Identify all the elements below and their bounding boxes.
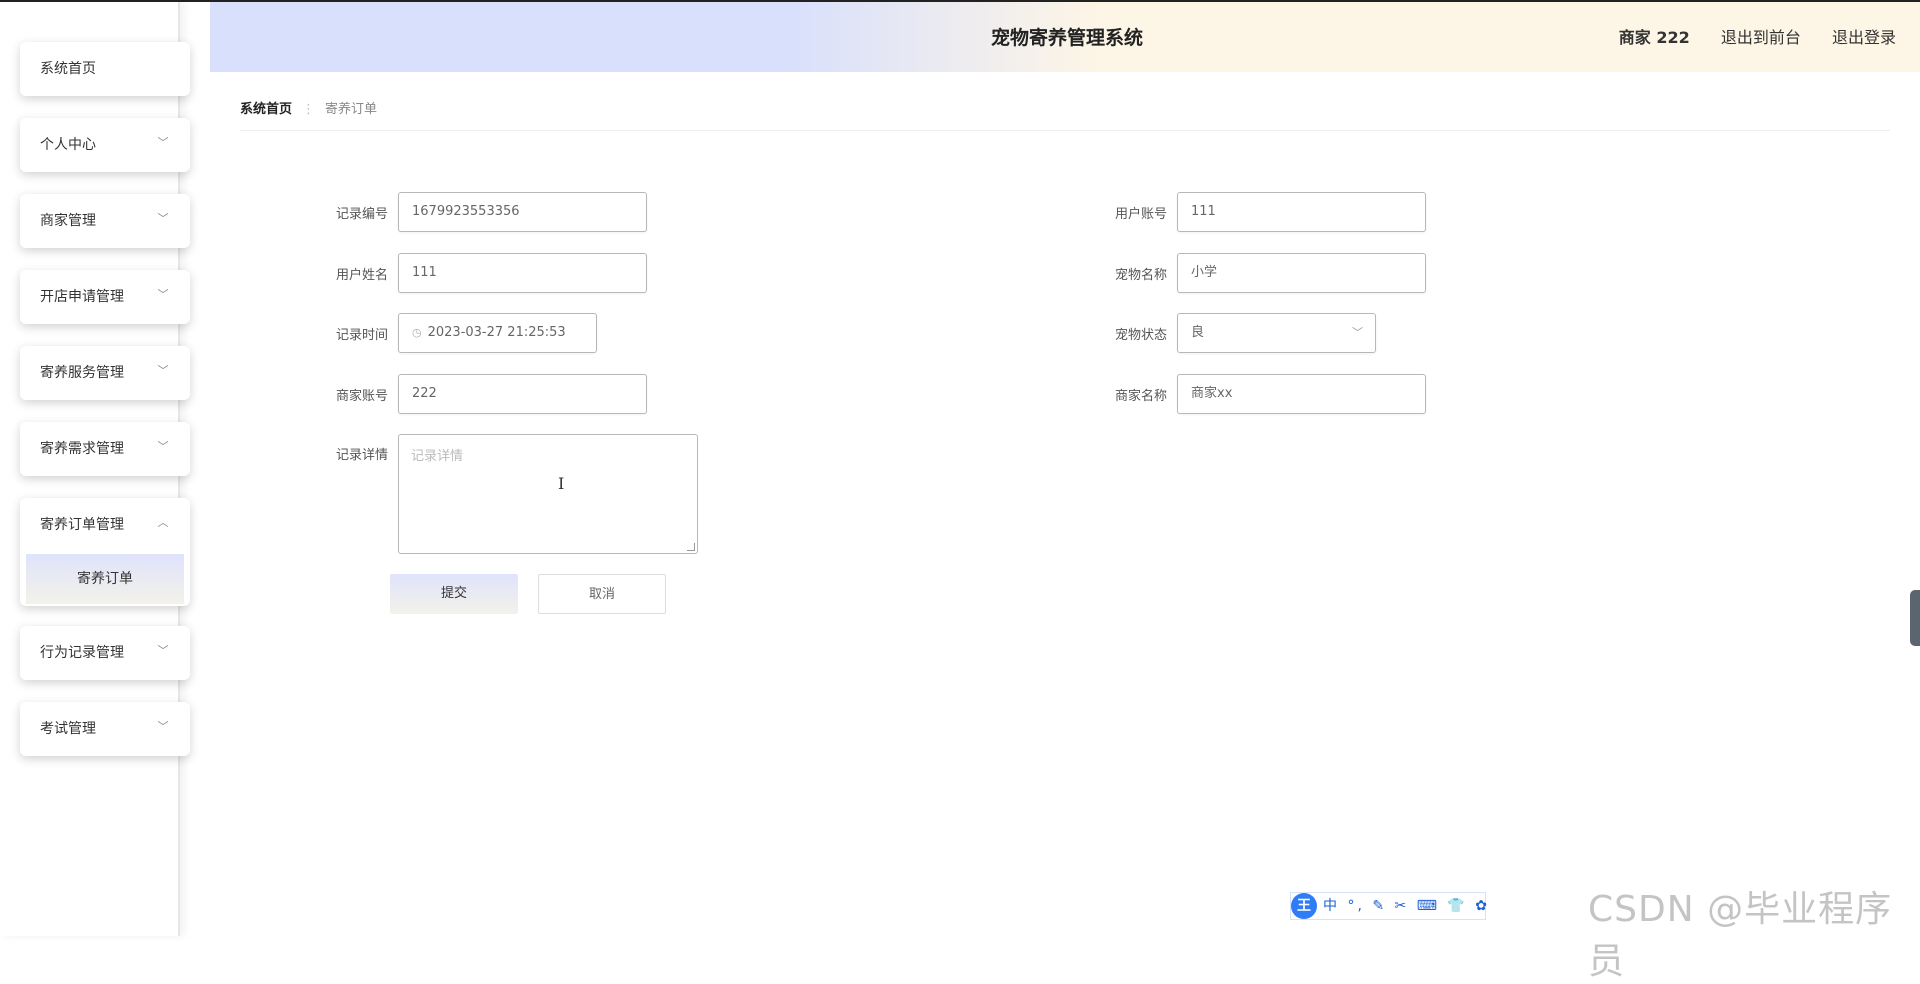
breadcrumb-home[interactable]: 系统首页 xyxy=(240,102,292,117)
logout-link[interactable]: 退出登录 xyxy=(1832,28,1896,47)
current-merchant: 商家 222 xyxy=(1618,28,1690,47)
top-header: 宠物寄养管理系统 商家 222 退出到前台 退出登录 xyxy=(210,2,1920,72)
user-account-label: 用户账号 xyxy=(1114,207,1167,222)
pet-name-input[interactable]: 小学 xyxy=(1177,253,1426,293)
record-time-picker[interactable]: ◷ 2023-03-27 21:25:53 xyxy=(398,313,597,353)
sidebar-item-exam-management[interactable]: 考试管理 ﹀ xyxy=(20,702,190,756)
sidebar-item-boarding-demand-management[interactable]: 寄养需求管理 ﹀ xyxy=(20,422,190,476)
sidebar-item-boarding-order-management[interactable]: 寄养订单管理 ︿ 寄养订单 xyxy=(20,498,190,606)
sidebar-item-boarding-service-management[interactable]: 寄养服务管理 ﹀ xyxy=(20,346,190,400)
user-name-input[interactable]: 111 xyxy=(398,253,647,293)
chevron-down-icon: ﹀ xyxy=(157,288,169,301)
cancel-button[interactable]: 取消 xyxy=(538,574,666,614)
sidebar: 系统首页 个人中心 ﹀ 商家管理 ﹀ 开店申请管理 ﹀ 寄养服务管理 ﹀ 寄养需… xyxy=(0,2,190,936)
merchant-account-input[interactable]: 222 xyxy=(398,374,647,414)
app-title: 宠物寄养管理系统 xyxy=(991,27,1144,49)
text-cursor-icon: I xyxy=(558,474,565,493)
sidebar-item-label: 寄养需求管理 xyxy=(40,441,124,457)
sidebar-item-personal-center[interactable]: 个人中心 ﹀ xyxy=(20,118,190,172)
record-detail-label: 记录详情 xyxy=(335,448,388,463)
chevron-down-icon: ﹀ xyxy=(157,212,169,225)
record-no-input[interactable]: 1679923553356 xyxy=(398,192,647,232)
chevron-down-icon: ﹀ xyxy=(157,136,169,149)
breadcrumb: 系统首页 ⋮ 寄养订单 xyxy=(240,98,377,117)
ime-tool-icons[interactable]: 中 °, ✎ ✂ ⌨ 👕 ✿ xyxy=(1323,893,1490,919)
breadcrumb-current: 寄养订单 xyxy=(325,102,378,117)
back-to-front-link[interactable]: 退出到前台 xyxy=(1721,28,1801,47)
user-account-input[interactable]: 111 xyxy=(1177,192,1426,232)
sidebar-item-behavior-record-management[interactable]: 行为记录管理 ﹀ xyxy=(20,626,190,680)
sidebar-item-label: 个人中心 xyxy=(40,137,96,153)
sidebar-item-label: 商家管理 xyxy=(40,213,96,229)
sidebar-item-label: 行为记录管理 xyxy=(40,645,124,661)
sidebar-item-shop-application-management[interactable]: 开店申请管理 ﹀ xyxy=(20,270,190,324)
merchant-name-input[interactable]: 商家xx xyxy=(1177,374,1426,414)
sidebar-item-home[interactable]: 系统首页 xyxy=(20,42,190,96)
chevron-down-icon: ﹀ xyxy=(157,364,169,377)
record-time-label: 记录时间 xyxy=(335,328,388,343)
sidebar-subitem-boarding-order[interactable]: 寄养订单 xyxy=(26,554,184,604)
chevron-up-icon: ︿ xyxy=(157,516,169,529)
record-detail-textarea[interactable]: 记录详情 xyxy=(398,434,698,554)
pet-status-label: 宠物状态 xyxy=(1114,328,1167,343)
pet-status-select[interactable]: 良 ﹀ xyxy=(1177,313,1376,353)
sidebar-item-merchant-management[interactable]: 商家管理 ﹀ xyxy=(20,194,190,248)
sidebar-item-label: 寄养服务管理 xyxy=(40,365,124,381)
sidebar-item-label: 开店申请管理 xyxy=(40,289,124,305)
merchant-name-label: 商家名称 xyxy=(1114,389,1167,404)
pet-status-value: 良 xyxy=(1191,325,1205,340)
watermark: CSDN @毕业程序员 xyxy=(1588,889,1893,982)
sidebar-item-label: 系统首页 xyxy=(40,61,96,77)
sidebar-item-label: 寄养订单管理 xyxy=(40,517,124,533)
clock-icon: ◷ xyxy=(412,326,422,339)
merchant-account-label: 商家账号 xyxy=(335,389,388,404)
record-detail-placeholder: 记录详情 xyxy=(411,449,464,464)
record-time-value: 2023-03-27 21:25:53 xyxy=(427,325,566,340)
user-name-label: 用户姓名 xyxy=(335,268,388,283)
ime-logo-icon[interactable]: 王 xyxy=(1291,893,1317,919)
sidebar-item-label: 考试管理 xyxy=(40,721,96,737)
chevron-down-icon: ﹀ xyxy=(157,720,169,733)
chevron-down-icon: ﹀ xyxy=(1352,326,1363,339)
header-actions: 商家 222 退出到前台 退出登录 xyxy=(1593,2,1896,74)
submit-button[interactable]: 提交 xyxy=(390,574,518,614)
chevron-down-icon: ﹀ xyxy=(157,644,169,657)
breadcrumb-separator: ⋮ xyxy=(302,102,316,117)
chevron-down-icon: ﹀ xyxy=(157,440,169,453)
pet-name-label: 宠物名称 xyxy=(1114,268,1167,283)
resize-handle-icon[interactable] xyxy=(687,543,695,551)
side-drawer-handle[interactable] xyxy=(1910,590,1920,646)
record-no-label: 记录编号 xyxy=(335,207,388,222)
ime-toolbar[interactable]: 王 中 °, ✎ ✂ ⌨ 👕 ✿ xyxy=(1290,892,1487,920)
breadcrumb-divider xyxy=(240,130,1890,131)
